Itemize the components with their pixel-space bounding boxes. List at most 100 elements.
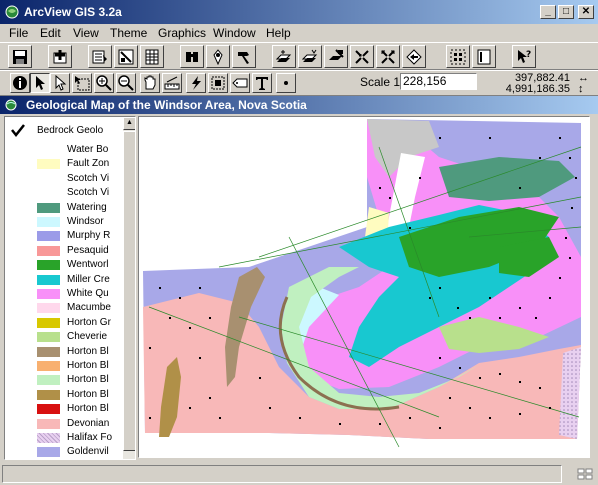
y-coordinate: 4,991,186.35 <box>505 83 570 95</box>
hotlink-tool[interactable] <box>186 73 206 93</box>
legend-label: Scotch Vi <box>67 172 110 184</box>
pointer-tool[interactable] <box>30 73 50 93</box>
menu-graphics[interactable]: Graphics <box>158 26 206 40</box>
theme-properties-button[interactable] <box>88 45 112 68</box>
zoom-out-tool[interactable] <box>116 73 136 93</box>
legend-swatch <box>37 231 60 242</box>
draw-point-tool[interactable] <box>276 73 296 93</box>
menu-window[interactable]: Window <box>213 26 256 40</box>
legend-label: Wentworl <box>67 259 109 271</box>
legend-label: Horton Bl <box>67 345 109 357</box>
legend-label: Horton Bl <box>67 374 109 386</box>
zoom-in-arrows-icon <box>355 50 369 64</box>
open-table-button[interactable] <box>140 45 164 68</box>
select-by-theme-button[interactable] <box>446 45 470 68</box>
clear-selection-icon <box>477 49 491 65</box>
scroll-up-icon[interactable]: ▲ <box>123 117 135 130</box>
zoom-to-selected-button[interactable] <box>324 45 348 68</box>
open-table-icon <box>145 49 159 65</box>
legend-swatch <box>37 389 60 400</box>
hotlink-bolt-icon <box>192 76 201 90</box>
svg-text:?: ? <box>526 50 531 60</box>
zoom-in-tool[interactable] <box>94 73 114 93</box>
select-by-theme-icon <box>450 49 466 65</box>
legend-swatch <box>37 145 60 155</box>
zoom-previous-button[interactable] <box>402 45 426 68</box>
legend-swatch <box>37 217 60 227</box>
save-button[interactable] <box>8 45 32 68</box>
vertex-edit-icon <box>55 75 67 91</box>
close-button[interactable]: ✕ <box>578 5 594 19</box>
add-theme-button[interactable] <box>48 45 72 68</box>
geology-map <box>143 119 582 448</box>
zoom-in-fixed-button[interactable] <box>350 45 374 68</box>
menu-view[interactable]: View <box>73 26 99 40</box>
map-display[interactable] <box>138 116 590 458</box>
view-title-bar[interactable]: Geological Map of the Windsor Area, Nova… <box>0 96 598 114</box>
legend-swatch <box>37 173 60 184</box>
menu-help[interactable]: Help <box>266 26 291 40</box>
select-feature-tool[interactable] <box>72 73 92 93</box>
zoom-to-themes-button[interactable] <box>298 45 322 68</box>
menu-bar: File Edit View Theme Graphics Window Hel… <box>0 24 598 42</box>
add-theme-icon <box>53 50 67 64</box>
locate-address-icon <box>213 49 223 65</box>
zoom-to-themes-icon <box>302 49 318 62</box>
scroll-thumb[interactable] <box>123 131 135 451</box>
vertex-edit-tool[interactable] <box>50 73 70 93</box>
legend-swatch <box>37 188 60 199</box>
identify-tool[interactable] <box>10 73 30 93</box>
help-button[interactable]: ? <box>512 45 536 68</box>
legend-swatch <box>37 303 60 314</box>
edit-legend-button[interactable] <box>114 45 138 68</box>
legend-label: Horton Gr <box>67 316 111 328</box>
measure-tool[interactable] <box>162 73 182 93</box>
legend-swatch <box>37 404 60 415</box>
label-tool[interactable] <box>230 73 250 93</box>
view-globe-icon <box>5 99 17 111</box>
edit-legend-icon <box>118 49 134 65</box>
maximize-button[interactable]: □ <box>558 5 574 19</box>
toc-scrollbar[interactable]: ▲ <box>123 117 135 459</box>
legend-label: Water Bo <box>67 144 109 155</box>
legend-label: Horton Bl <box>67 360 109 371</box>
menu-edit[interactable]: Edit <box>40 26 61 40</box>
view-title: Geological Map of the Windsor Area, Nova… <box>26 98 307 112</box>
identify-info-icon <box>13 76 27 90</box>
legend-label: Macumbe <box>67 302 111 314</box>
zoom-to-selected-icon <box>329 49 344 60</box>
zoom-full-extent-button[interactable] <box>272 45 296 68</box>
theme-name[interactable]: Bedrock Geolo <box>37 125 103 136</box>
area-of-interest-icon <box>211 76 225 90</box>
legend-swatch <box>37 317 60 328</box>
menu-theme[interactable]: Theme <box>110 26 147 40</box>
resize-grip-icon[interactable] <box>576 467 594 481</box>
measure-ruler-icon <box>164 76 180 90</box>
save-icon <box>13 50 27 64</box>
locate-address-button[interactable] <box>206 45 230 68</box>
theme-properties-icon <box>92 50 107 64</box>
select-feature-icon <box>75 76 90 91</box>
legend-swatch <box>37 260 60 271</box>
legend-label: Goldenvil <box>67 446 109 458</box>
minimize-button[interactable]: _ <box>540 5 556 19</box>
hammer-query-icon <box>238 52 249 64</box>
arcview-globe-icon <box>5 5 19 19</box>
app-title-bar[interactable]: ArcView GIS 3.2a _ □ ✕ <box>0 0 598 24</box>
legend-label: Watering <box>67 201 107 213</box>
clear-selection-button[interactable] <box>472 45 496 68</box>
legend-label: Horton Bl <box>67 403 109 415</box>
y-arrow-icon: ↕ <box>578 83 584 95</box>
pan-tool[interactable] <box>140 73 160 93</box>
theme-visible-checkmark-icon[interactable] <box>11 123 25 137</box>
legend-swatch <box>37 159 60 170</box>
query-builder-button[interactable] <box>232 45 256 68</box>
find-button[interactable] <box>180 45 204 68</box>
menu-file[interactable]: File <box>9 26 28 40</box>
legend-label: White Qu <box>67 288 109 299</box>
status-bar <box>0 462 598 485</box>
text-tool[interactable] <box>252 73 272 93</box>
scale-input[interactable]: 228,156 <box>400 73 477 90</box>
zoom-out-fixed-button[interactable] <box>376 45 400 68</box>
area-of-interest-tool[interactable] <box>208 73 228 93</box>
